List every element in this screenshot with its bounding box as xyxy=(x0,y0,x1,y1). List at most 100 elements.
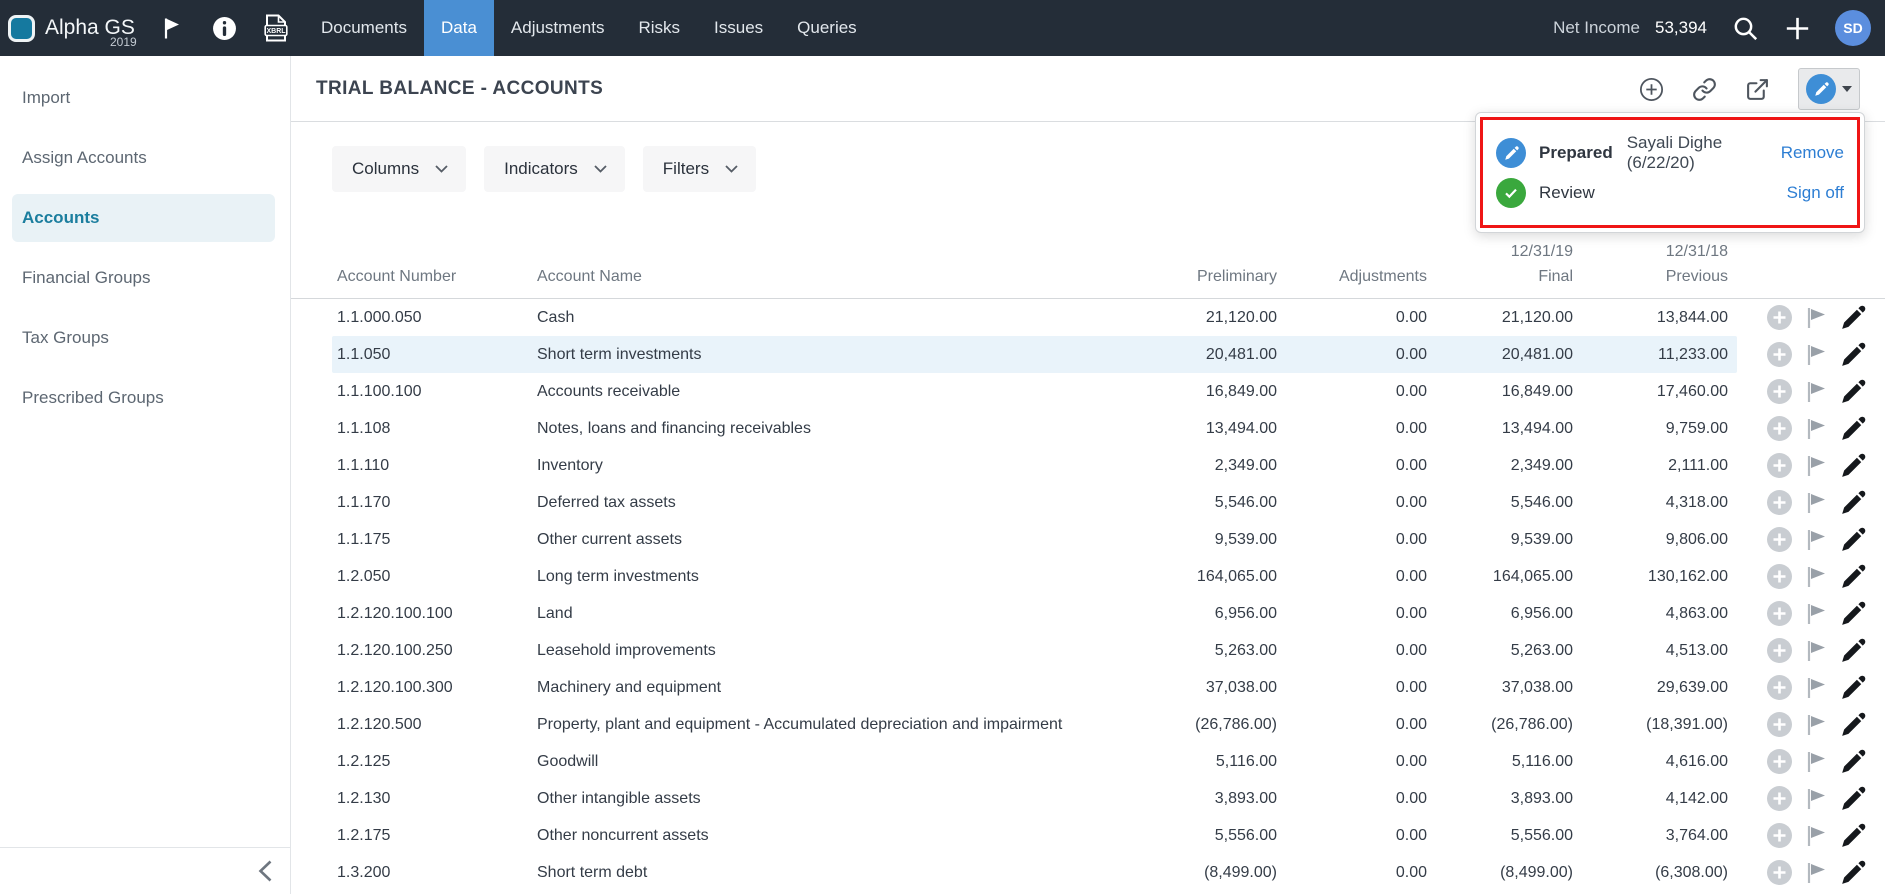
sidebar-item-accounts[interactable]: Accounts xyxy=(0,188,290,248)
sidebar-item-assign-accounts[interactable]: Assign Accounts xyxy=(0,128,290,188)
table-row[interactable]: 1.3.200 Short term debt (8,499.00) 0.00 … xyxy=(291,854,1885,891)
table-row[interactable]: 1.1.175 Other current assets 9,539.00 0.… xyxy=(291,521,1885,558)
preliminary-cell: 13,494.00 xyxy=(827,420,1277,438)
table-row[interactable]: 1.2.175 Other noncurrent assets 5,556.00… xyxy=(291,817,1885,854)
edit-pencil-icon[interactable] xyxy=(1840,342,1866,368)
flag-row-icon[interactable] xyxy=(1805,528,1828,552)
flag-row-icon[interactable] xyxy=(1805,454,1828,478)
edit-pencil-icon[interactable] xyxy=(1840,416,1866,442)
flag-row-icon[interactable] xyxy=(1805,713,1828,737)
edit-pencil-icon[interactable] xyxy=(1840,305,1866,331)
account-name-cell: Long term investments xyxy=(537,568,827,586)
add-adjustment-icon[interactable] xyxy=(1766,637,1793,664)
flag-row-icon[interactable] xyxy=(1805,306,1828,330)
flag-row-icon[interactable] xyxy=(1805,824,1828,848)
nav-item-issues[interactable]: Issues xyxy=(697,0,780,56)
add-adjustment-icon[interactable] xyxy=(1766,489,1793,516)
flag-row-icon[interactable] xyxy=(1805,417,1828,441)
flag-row-icon[interactable] xyxy=(1805,380,1828,404)
table-row[interactable]: 1.1.170 Deferred tax assets 5,546.00 0.0… xyxy=(291,484,1885,521)
table-row[interactable]: 1.2.130 Other intangible assets 3,893.00… xyxy=(291,780,1885,817)
add-adjustment-icon[interactable] xyxy=(1766,452,1793,479)
edit-pencil-icon[interactable] xyxy=(1840,564,1866,590)
sidebar-item-financial-groups[interactable]: Financial Groups xyxy=(0,248,290,308)
edit-pencil-icon[interactable] xyxy=(1840,860,1866,886)
edit-pencil-icon[interactable] xyxy=(1840,453,1866,479)
add-adjustment-icon[interactable] xyxy=(1766,859,1793,886)
edit-pencil-icon[interactable] xyxy=(1840,675,1866,701)
open-external-icon[interactable] xyxy=(1745,77,1770,102)
flag-row-icon[interactable] xyxy=(1805,565,1828,589)
nav-item-queries[interactable]: Queries xyxy=(780,0,874,56)
table-row[interactable]: 1.2.050 Long term investments 164,065.00… xyxy=(291,558,1885,595)
flag-icon[interactable] xyxy=(158,17,186,40)
edit-pencil-icon[interactable] xyxy=(1840,527,1866,553)
add-adjustment-icon[interactable] xyxy=(1766,304,1793,331)
add-adjustment-icon[interactable] xyxy=(1766,822,1793,849)
avatar[interactable]: SD xyxy=(1835,10,1871,46)
flag-row-icon[interactable] xyxy=(1805,639,1828,663)
edit-pencil-icon[interactable] xyxy=(1840,823,1866,849)
add-icon[interactable] xyxy=(1783,15,1811,42)
add-circle-icon[interactable] xyxy=(1639,77,1664,102)
edit-pencil-icon[interactable] xyxy=(1840,712,1866,738)
sidebar-item-import[interactable]: Import xyxy=(0,68,290,128)
account-number-cell: 1.2.120.100.300 xyxy=(291,679,537,697)
table-row[interactable]: 1.2.120.500 Property, plant and equipmen… xyxy=(291,706,1885,743)
table-row[interactable]: 1.1.108 Notes, loans and financing recei… xyxy=(291,410,1885,447)
brand[interactable]: Alpha GS 2019 xyxy=(8,0,150,56)
flag-row-icon[interactable] xyxy=(1805,343,1828,367)
indicators-dropdown[interactable]: Indicators xyxy=(484,146,625,192)
account-name-cell: Accounts receivable xyxy=(537,383,827,401)
header-final-date: 12/31/19 xyxy=(1427,239,1573,264)
add-adjustment-icon[interactable] xyxy=(1766,563,1793,590)
table-row[interactable]: 1.1.050 Short term investments 20,481.00… xyxy=(291,336,1885,373)
xbrl-icon[interactable]: XBRL xyxy=(262,14,290,42)
add-adjustment-icon[interactable] xyxy=(1766,600,1793,627)
table-row[interactable]: 1.2.120.100.300 Machinery and equipment … xyxy=(291,669,1885,706)
table-row[interactable]: 1.2.120.100.100 Land 6,956.00 0.00 6,956… xyxy=(291,595,1885,632)
add-adjustment-icon[interactable] xyxy=(1766,711,1793,738)
info-icon[interactable] xyxy=(210,16,238,41)
table-row[interactable]: 1.2.120.100.250 Leasehold improvements 5… xyxy=(291,632,1885,669)
edit-pencil-icon[interactable] xyxy=(1840,749,1866,775)
edit-pencil-icon[interactable] xyxy=(1840,379,1866,405)
flag-row-icon[interactable] xyxy=(1805,787,1828,811)
table-row[interactable]: 1.1.000.050 Cash 21,120.00 0.00 21,120.0… xyxy=(291,299,1885,336)
flag-row-icon[interactable] xyxy=(1805,491,1828,515)
add-adjustment-icon[interactable] xyxy=(1766,785,1793,812)
flag-row-icon[interactable] xyxy=(1805,676,1828,700)
edit-pencil-icon[interactable] xyxy=(1840,786,1866,812)
sidebar-item-tax-groups[interactable]: Tax Groups xyxy=(0,308,290,368)
flag-row-icon[interactable] xyxy=(1805,602,1828,626)
edit-pencil-icon[interactable] xyxy=(1840,490,1866,516)
nav-item-documents[interactable]: Documents xyxy=(304,0,424,56)
header-final-label: Final xyxy=(1427,264,1573,289)
table-row[interactable]: 1.1.110 Inventory 2,349.00 0.00 2,349.00… xyxy=(291,447,1885,484)
search-icon[interactable] xyxy=(1731,15,1759,42)
add-adjustment-icon[interactable] xyxy=(1766,378,1793,405)
edit-pencil-icon[interactable] xyxy=(1840,601,1866,627)
sign-off-link[interactable]: Sign off xyxy=(1787,183,1844,203)
nav-item-adjustments[interactable]: Adjustments xyxy=(494,0,622,56)
add-adjustment-icon[interactable] xyxy=(1766,748,1793,775)
add-adjustment-icon[interactable] xyxy=(1766,341,1793,368)
filters-dropdown[interactable]: Filters xyxy=(643,146,756,192)
nav-item-data[interactable]: Data xyxy=(424,0,494,56)
link-icon[interactable] xyxy=(1692,77,1717,102)
table-row[interactable]: 1.2.125 Goodwill 5,116.00 0.00 5,116.00 … xyxy=(291,743,1885,780)
remove-signoff-link[interactable]: Remove xyxy=(1781,143,1844,163)
sidebar-item-prescribed-groups[interactable]: Prescribed Groups xyxy=(0,368,290,428)
flag-row-icon[interactable] xyxy=(1805,861,1828,885)
signoff-dropdown-button[interactable] xyxy=(1798,68,1860,110)
add-adjustment-icon[interactable] xyxy=(1766,526,1793,553)
columns-dropdown[interactable]: Columns xyxy=(332,146,466,192)
edit-pencil-icon[interactable] xyxy=(1840,638,1866,664)
flag-row-icon[interactable] xyxy=(1805,750,1828,774)
add-adjustment-icon[interactable] xyxy=(1766,415,1793,442)
collapse-sidebar-icon[interactable] xyxy=(256,858,278,884)
preliminary-cell: 6,956.00 xyxy=(827,605,1277,623)
table-row[interactable]: 1.1.100.100 Accounts receivable 16,849.0… xyxy=(291,373,1885,410)
add-adjustment-icon[interactable] xyxy=(1766,674,1793,701)
nav-item-risks[interactable]: Risks xyxy=(621,0,697,56)
